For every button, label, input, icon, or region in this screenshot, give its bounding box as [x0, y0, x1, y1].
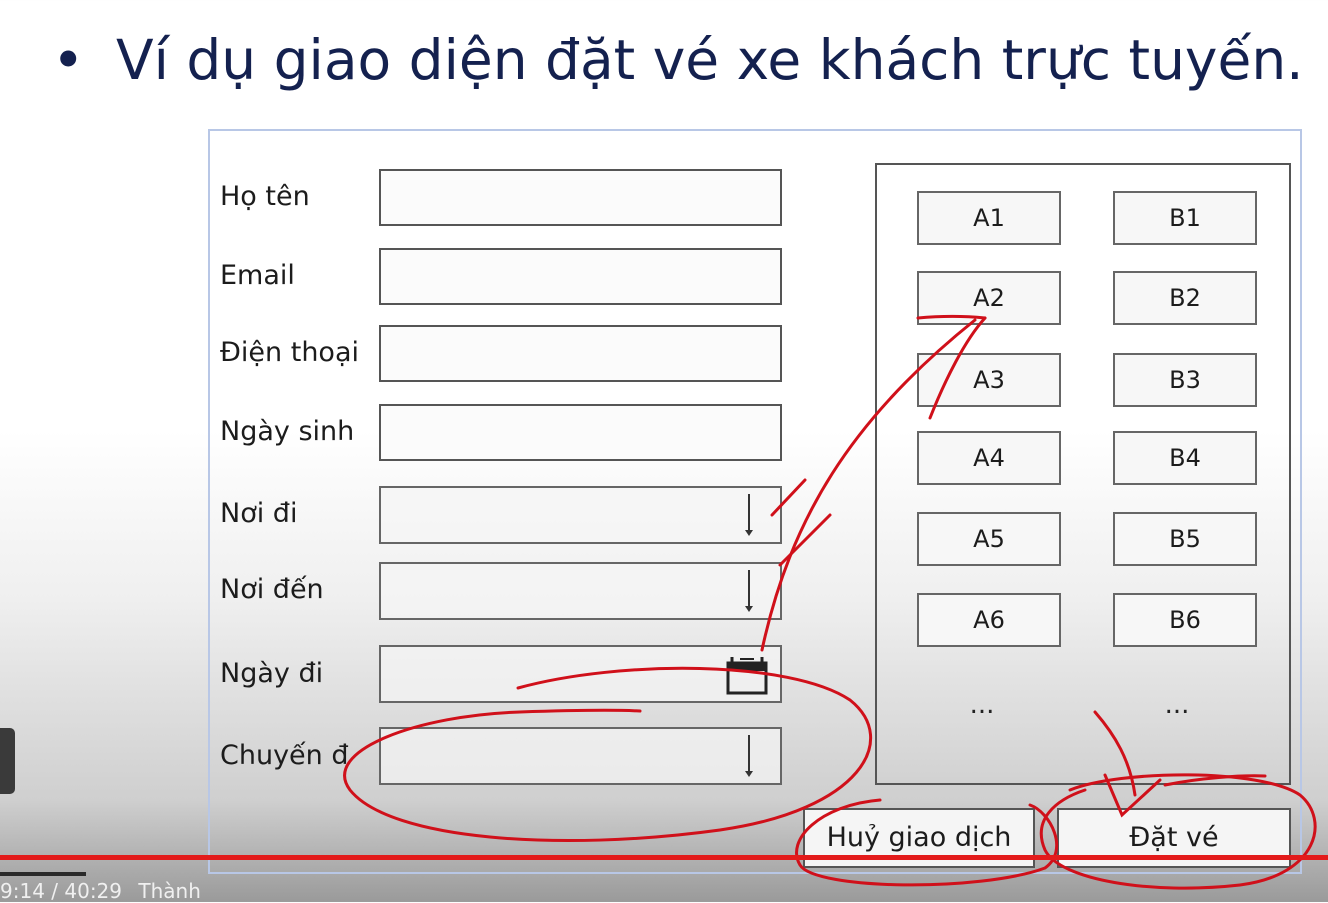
video-progress-bar[interactable] [0, 855, 1328, 860]
seat-b2[interactable]: B2 [1113, 271, 1257, 325]
more-seats-a: ... [969, 690, 995, 720]
label-ngay-sinh: Ngày sinh [220, 416, 355, 447]
seat-a5[interactable]: A5 [917, 512, 1061, 566]
email-input[interactable] [379, 248, 782, 305]
seat-b4[interactable]: B4 [1113, 431, 1257, 485]
seat-b6[interactable]: B6 [1113, 593, 1257, 647]
bullet: • [52, 28, 85, 92]
chuyen-di-dropdown[interactable] [379, 727, 782, 785]
dropdown-arrow-icon[interactable] [742, 570, 756, 614]
seat-a3[interactable]: A3 [917, 353, 1061, 407]
label-email: Email [220, 260, 295, 291]
ngay-sinh-input[interactable] [379, 404, 782, 461]
dropdown-arrow-icon[interactable] [742, 735, 756, 779]
time-readout: 9:14 / 40:29 [0, 879, 123, 903]
chapter-text: Thành [138, 879, 201, 903]
label-dien-thoai: Điện thoại [220, 337, 359, 368]
seat-b5[interactable]: B5 [1113, 512, 1257, 566]
label-ho-ten: Họ tên [220, 181, 310, 212]
calendar-icon[interactable] [726, 653, 768, 695]
dropdown-arrow-icon[interactable] [742, 494, 756, 538]
noi-di-dropdown[interactable] [379, 486, 782, 544]
dien-thoai-input[interactable] [379, 325, 782, 382]
label-noi-di: Nơi đi [220, 498, 298, 529]
seat-a1[interactable]: A1 [917, 191, 1061, 245]
seat-b1[interactable]: B1 [1113, 191, 1257, 245]
ngay-di-date-picker[interactable] [379, 645, 782, 703]
progress-played-marker [0, 872, 86, 876]
video-time: 9:14 / 40:29 Thành [0, 880, 201, 902]
more-seats-b: ... [1164, 690, 1190, 720]
slide-title: • Ví dụ giao diện đặt vé xe khách trực tu… [52, 28, 1322, 108]
noi-den-dropdown[interactable] [379, 562, 782, 620]
seat-a2[interactable]: A2 [917, 271, 1061, 325]
seat-a6[interactable]: A6 [917, 593, 1061, 647]
label-chuyen-di: Chuyến đ [220, 740, 349, 771]
seat-b3[interactable]: B3 [1113, 353, 1257, 407]
ho-ten-input[interactable] [379, 169, 782, 226]
side-panel-handle[interactable] [0, 728, 15, 794]
label-noi-den: Nơi đến [220, 574, 324, 605]
seat-a4[interactable]: A4 [917, 431, 1061, 485]
slide-title-text: Ví dụ giao diện đặt vé xe khách trực tuy… [116, 28, 1304, 92]
label-ngay-di: Ngày đi [220, 658, 324, 689]
